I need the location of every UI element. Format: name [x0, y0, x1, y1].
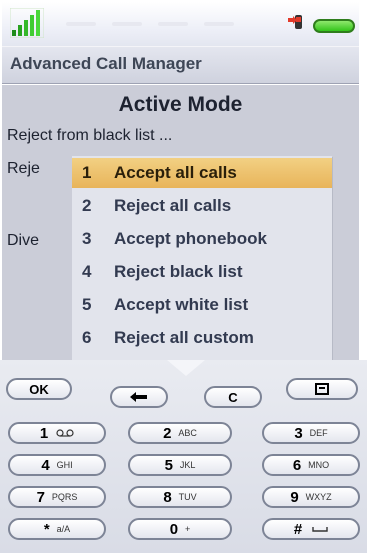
divert-row[interactable]: Dive — [7, 232, 39, 250]
status-placeholder — [66, 22, 96, 26]
key-star[interactable]: * a/A — [8, 518, 106, 540]
key-digit: 2 — [163, 424, 172, 442]
key-letters: GHI — [56, 460, 73, 470]
key-digit: 0 — [169, 520, 179, 538]
key-digit: 4 — [41, 456, 50, 474]
call-status-icon — [288, 15, 302, 29]
menu-key-icon — [315, 383, 329, 395]
menu-item-label: Accept all calls — [114, 163, 237, 182]
key-digit: * — [43, 520, 50, 538]
menu-item-number: 1 — [82, 163, 92, 182]
key-6[interactable]: 6 MNO — [262, 454, 360, 476]
key-letters: MNO — [308, 460, 330, 470]
key-0[interactable]: 0 + — [128, 518, 232, 540]
phone-device: Advanced Call Manager Active Mode Reject… — [0, 0, 367, 553]
status-placeholder — [204, 22, 234, 26]
menu-item-reject-all-calls[interactable]: 2 Reject all calls — [72, 191, 332, 221]
key-9[interactable]: 9 WXYZ — [262, 486, 360, 508]
mode-title: Active Mode — [118, 93, 243, 116]
key-letters: DEF — [309, 428, 328, 438]
status-placeholder — [158, 22, 188, 26]
key-digit: 7 — [36, 488, 45, 506]
menu-item-reject-all-custom[interactable]: 6 Reject all custom — [72, 323, 332, 353]
key-4[interactable]: 4 GHI — [8, 454, 106, 476]
key-digit: 5 — [164, 456, 173, 474]
mode-popup-menu: 1 Accept all calls 2 Reject all calls 3 … — [72, 156, 332, 360]
status-bar — [2, 2, 359, 46]
back-arrow-icon — [130, 392, 147, 402]
menu-key[interactable] — [286, 378, 358, 400]
key-1[interactable]: 1 — [8, 422, 106, 444]
menu-item-accept-white-list[interactable]: 5 Accept white list — [72, 290, 332, 320]
scroll-down-arrow-icon[interactable] — [167, 360, 205, 376]
key-8[interactable]: 8 TUV — [128, 486, 232, 508]
key-digit: 8 — [163, 488, 172, 506]
reject-row[interactable]: Reje — [7, 160, 40, 178]
app-title: Advanced Call Manager — [10, 54, 202, 73]
key-letters: PQRS — [51, 492, 78, 502]
key-5[interactable]: 5 JKL — [128, 454, 232, 476]
title-bar: Advanced Call Manager — [2, 46, 359, 84]
key-digit: 9 — [290, 488, 299, 506]
key-3[interactable]: 3 DEF — [262, 422, 360, 444]
signal-strength-icon — [10, 8, 44, 38]
key-letters: TUV — [178, 492, 197, 502]
key-letters: ABC — [178, 428, 197, 438]
ok-key-label: OK — [29, 381, 49, 397]
key-digit: 1 — [39, 424, 49, 442]
ok-key[interactable]: OK — [6, 378, 72, 400]
key-digit: 6 — [292, 456, 302, 474]
key-letters: JKL — [179, 460, 196, 470]
menu-item-number: 3 — [82, 229, 92, 248]
key-letters: a/A — [56, 524, 71, 534]
key-digit: 3 — [294, 424, 303, 442]
clear-key-label: C — [228, 389, 238, 405]
menu-item-number: 2 — [82, 196, 92, 215]
menu-item-number: 5 — [82, 295, 92, 314]
menu-item-label: Accept phonebook — [114, 229, 268, 248]
menu-item-label: Reject all custom — [114, 328, 254, 347]
menu-item-accept-phonebook[interactable]: 3 Accept phonebook — [72, 224, 332, 254]
clear-key[interactable]: C — [204, 386, 262, 408]
menu-item-number: 4 — [82, 262, 92, 281]
menu-item-label: Reject all calls — [114, 196, 232, 215]
back-key[interactable] — [110, 386, 168, 408]
key-letters: + — [185, 524, 191, 534]
keypad: OK C 1 2 ABC 3 DEF 4 GHI 5 JKL 6 MNO 7 P… — [0, 360, 367, 553]
key-letters: WXYZ — [305, 492, 332, 502]
key-2[interactable]: 2 ABC — [128, 422, 232, 444]
menu-item-number: 6 — [82, 328, 92, 347]
space-icon — [312, 527, 328, 532]
key-7[interactable]: 7 PQRS — [8, 486, 106, 508]
menu-item-reject-black-list[interactable]: 4 Reject black list — [72, 257, 332, 287]
menu-item-label: Accept white list — [114, 295, 249, 314]
reject-black-list-row[interactable]: Reject from black list ... — [7, 127, 172, 145]
menu-item-label: Reject black list — [114, 262, 243, 281]
status-placeholder — [112, 22, 142, 26]
voicemail-icon — [56, 429, 74, 437]
menu-item-accept-all-calls[interactable]: 1 Accept all calls — [72, 158, 332, 188]
key-digit: # — [293, 520, 303, 538]
key-hash[interactable]: # — [262, 518, 360, 540]
battery-icon — [313, 19, 355, 33]
